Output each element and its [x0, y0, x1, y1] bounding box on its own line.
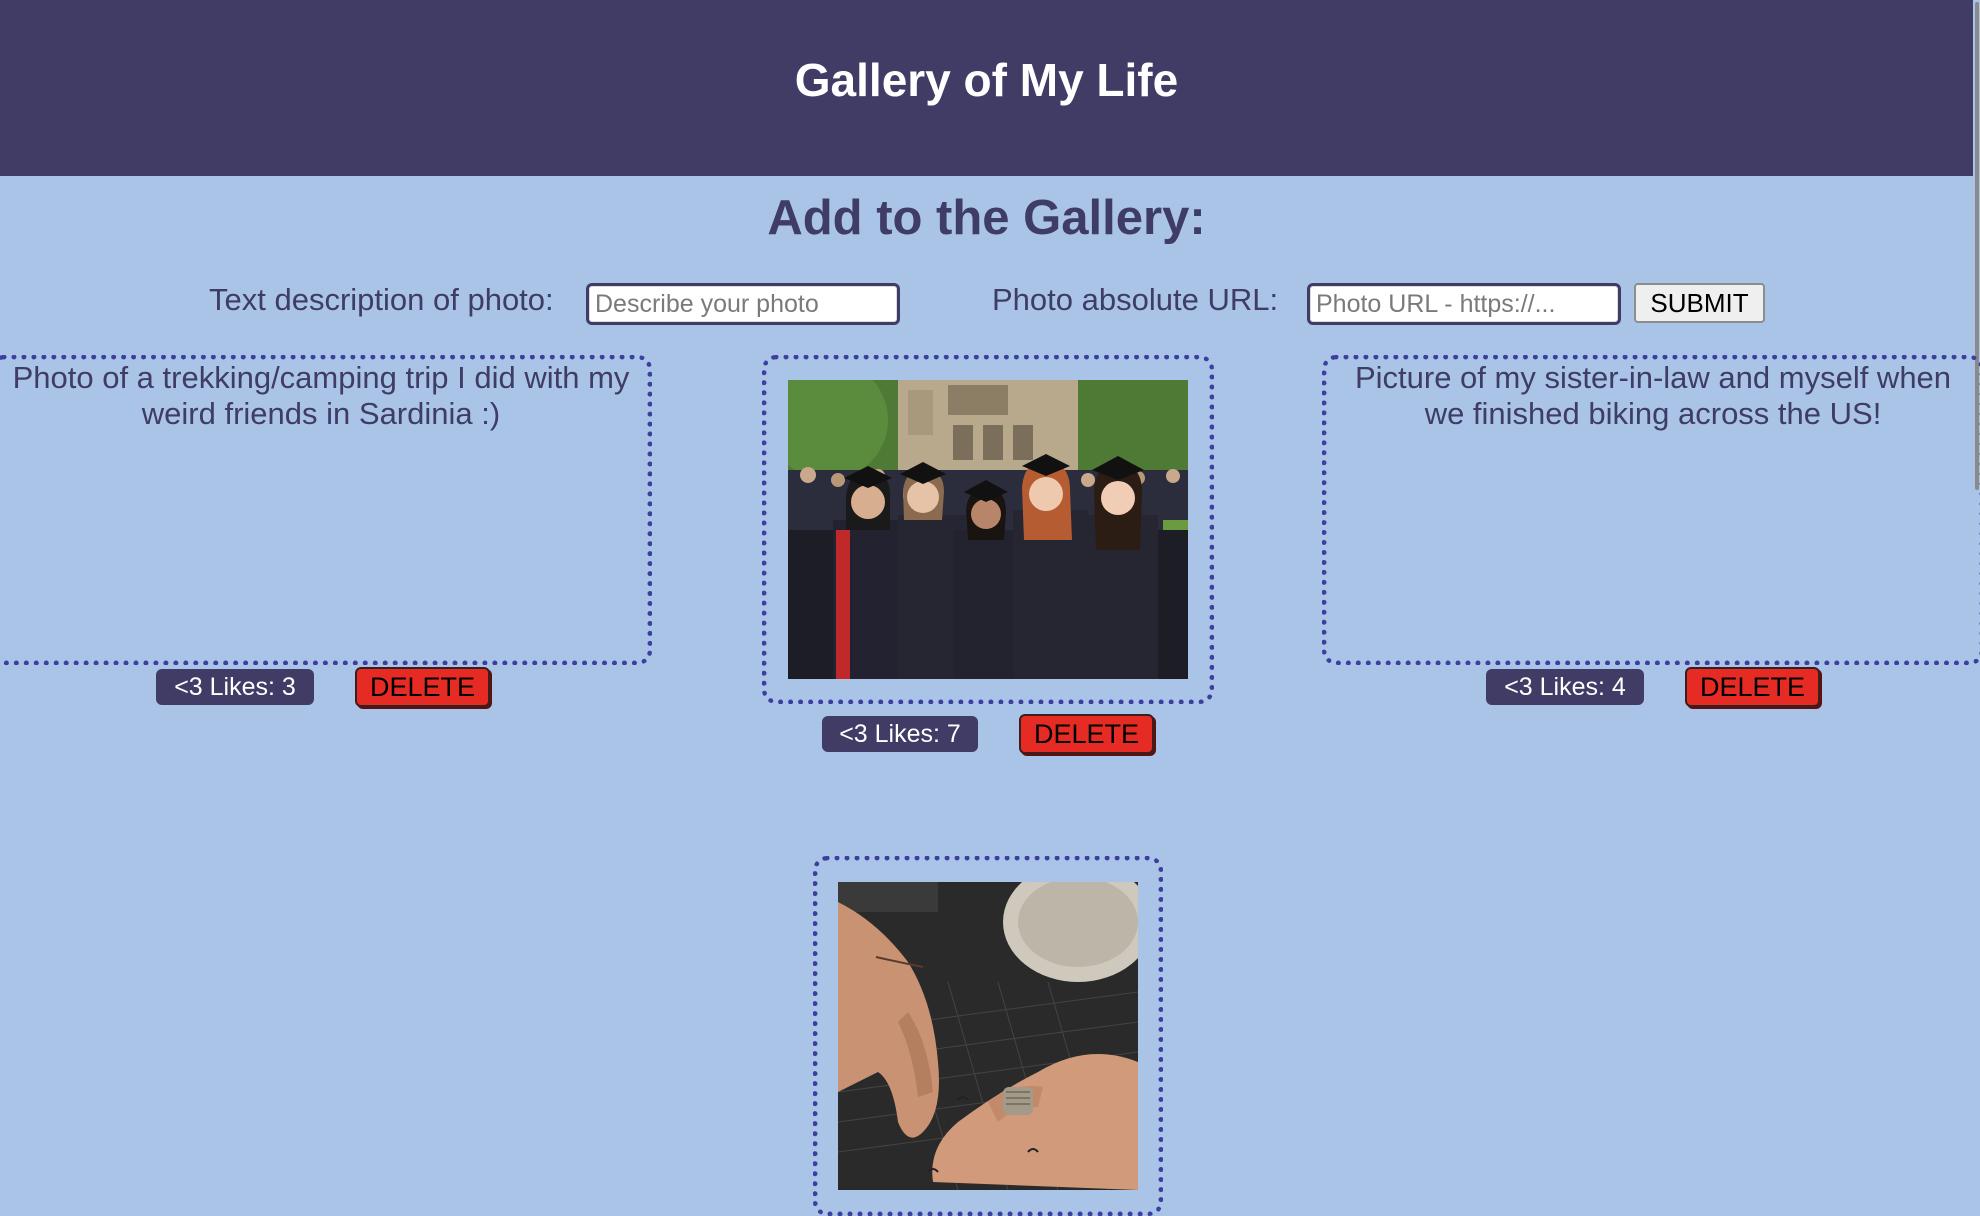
- submit-button[interactable]: SUBMIT: [1634, 283, 1765, 323]
- delete-button[interactable]: DELETE: [355, 667, 490, 707]
- likes-button[interactable]: <3 Likes: 3: [156, 669, 314, 705]
- gallery-card: Picture of my sister-in-law and myself w…: [1322, 355, 1980, 665]
- gallery-card: Photo of a trekking/camping trip I did w…: [0, 355, 652, 665]
- description-input[interactable]: [586, 283, 900, 325]
- delete-button[interactable]: DELETE: [1685, 667, 1820, 707]
- page-title: Gallery of My Life: [794, 54, 1179, 106]
- page-header: Gallery of My Life: [0, 0, 1973, 176]
- tattoo-hands-photo: [838, 882, 1138, 1190]
- photo-description: Photo of a trekking/camping trip I did w…: [12, 360, 630, 431]
- url-input[interactable]: [1307, 283, 1621, 325]
- add-form-title: Add to the Gallery:: [767, 191, 1206, 245]
- likes-button[interactable]: <3 Likes: 7: [822, 716, 978, 752]
- photo-description: Picture of my sister-in-law and myself w…: [1354, 360, 1952, 431]
- graduation-photo: [788, 380, 1188, 679]
- description-label: Text description of photo:: [209, 282, 554, 317]
- likes-button[interactable]: <3 Likes: 4: [1486, 669, 1644, 705]
- url-label: Photo absolute URL:: [992, 282, 1279, 317]
- delete-button[interactable]: DELETE: [1019, 714, 1154, 754]
